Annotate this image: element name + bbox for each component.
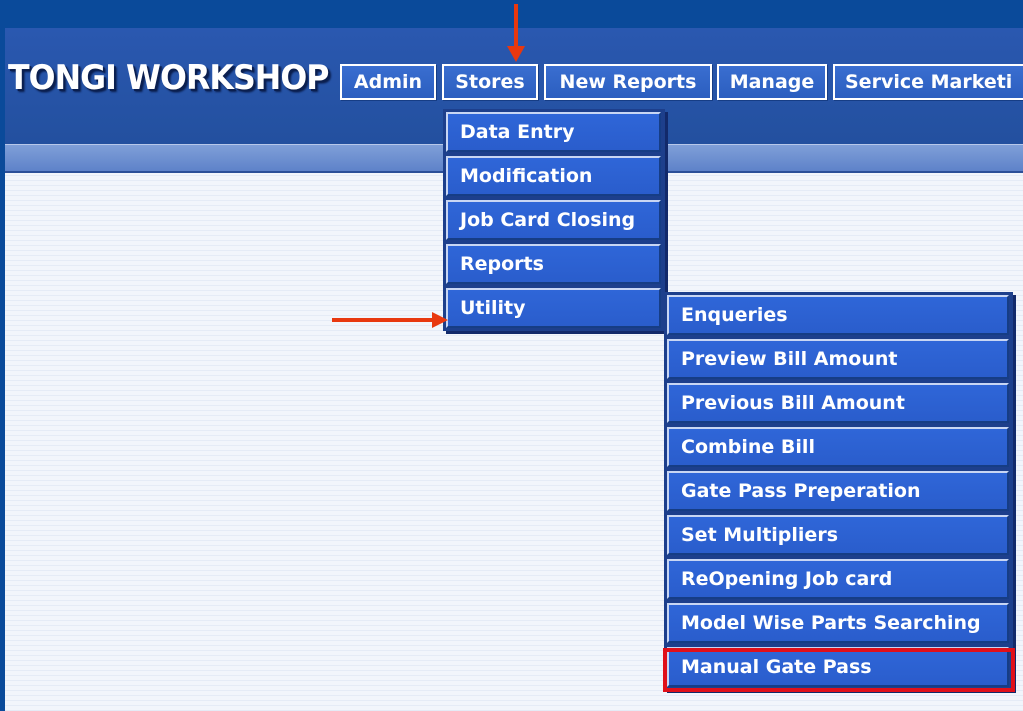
menu-item-utility[interactable]: Utility (446, 288, 661, 328)
stores-dropdown-menu: Data Entry Modification Job Card Closing… (443, 109, 665, 331)
menu-item-data-entry[interactable]: Data Entry (446, 112, 661, 152)
submenu-item-previous-bill-amount[interactable]: Previous Bill Amount (667, 383, 1009, 423)
nav-service-marketing[interactable]: Service Marketi (833, 64, 1023, 100)
submenu-item-set-multipliers[interactable]: Set Multipliers (667, 515, 1009, 555)
submenu-item-reopening-job-card[interactable]: ReOpening Job card (667, 559, 1009, 599)
menu-item-reports[interactable]: Reports (446, 244, 661, 284)
menu-item-modification[interactable]: Modification (446, 156, 661, 196)
submenu-item-gate-pass-preperation[interactable]: Gate Pass Preperation (667, 471, 1009, 511)
nav-stores[interactable]: Stores (442, 64, 538, 100)
nav-new-reports[interactable]: New Reports (544, 64, 712, 100)
right-arrow-icon (332, 312, 448, 328)
top-navigation: Admin Stores New Reports Manage Service … (340, 64, 1023, 104)
submenu-item-enqueries[interactable]: Enqueries (667, 295, 1009, 335)
nav-manage[interactable]: Manage (717, 64, 827, 100)
submenu-item-preview-bill-amount[interactable]: Preview Bill Amount (667, 339, 1009, 379)
down-arrow-icon (507, 4, 525, 62)
menu-item-job-card-closing[interactable]: Job Card Closing (446, 200, 661, 240)
utility-submenu: Enqueries Preview Bill Amount Previous B… (664, 292, 1013, 690)
nav-admin[interactable]: Admin (340, 64, 436, 100)
submenu-item-manual-gate-pass[interactable]: Manual Gate Pass (667, 647, 1009, 687)
submenu-item-model-wise-parts-searching[interactable]: Model Wise Parts Searching (667, 603, 1009, 643)
submenu-item-combine-bill[interactable]: Combine Bill (667, 427, 1009, 467)
app-logo: TONGI WORKSHOP (8, 58, 329, 98)
